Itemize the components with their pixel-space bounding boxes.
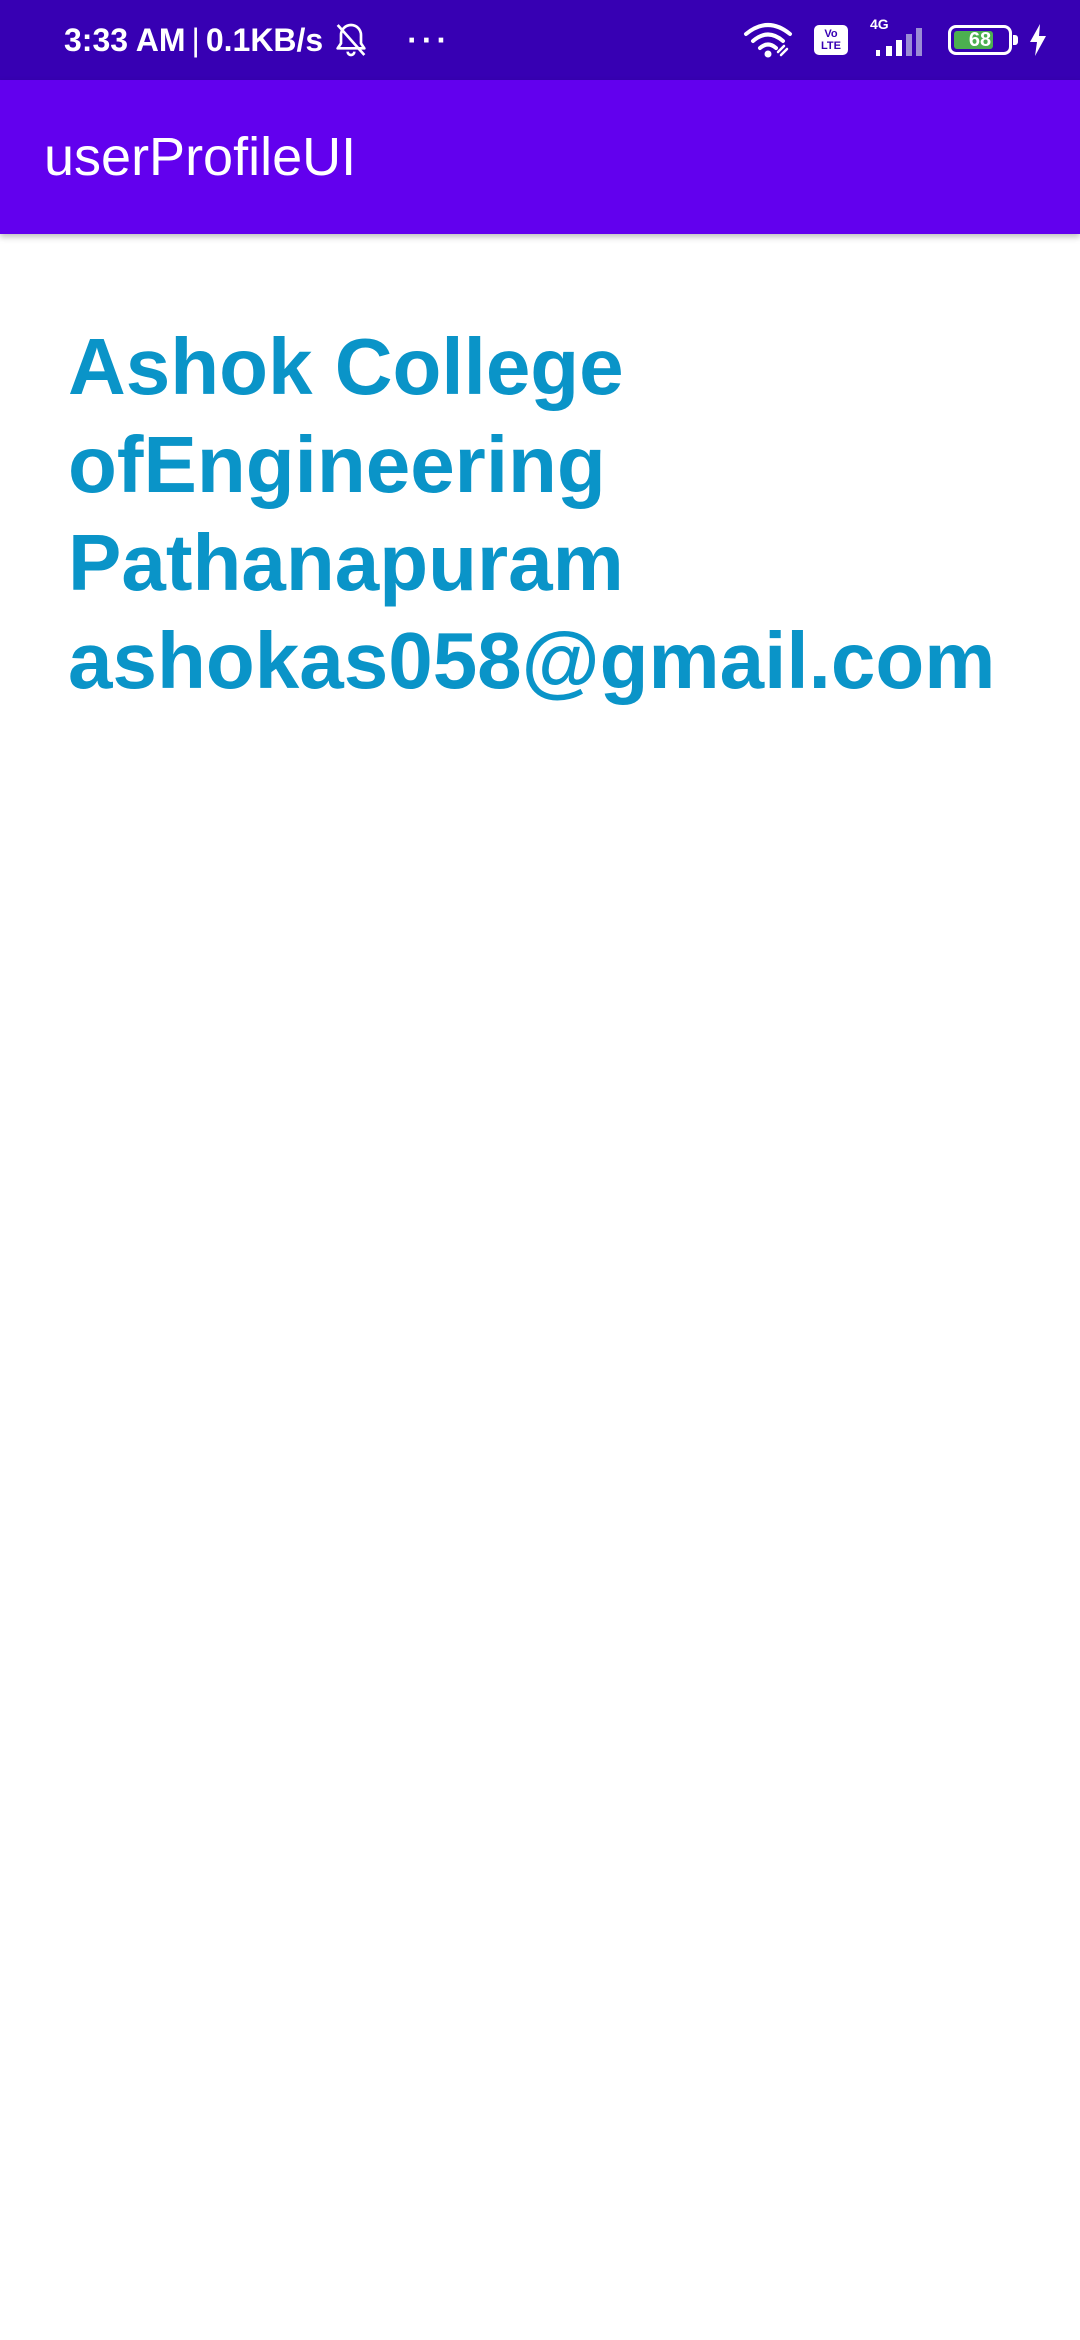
status-network-speed: 0.1KB/s bbox=[205, 21, 324, 58]
battery-nub bbox=[1013, 35, 1018, 45]
college-location: Pathanapuram bbox=[68, 518, 624, 607]
battery-icon: 68 bbox=[948, 25, 1018, 55]
volte-top-label: Vo bbox=[824, 28, 838, 40]
status-bar: 3:33 AM | 0.1KB/s ··· Vo LTE 4G 68 bbox=[0, 0, 1080, 80]
volte-icon: Vo LTE bbox=[814, 25, 848, 55]
more-notifications-icon: ··· bbox=[407, 21, 452, 58]
college-name-line-1: Ashok College bbox=[68, 322, 624, 411]
status-left: 3:33 AM | 0.1KB/s ··· bbox=[64, 0, 451, 80]
status-separator: | bbox=[191, 21, 200, 58]
bell-off-icon bbox=[336, 23, 366, 57]
status-time: 3:33 AM bbox=[64, 21, 186, 58]
volte-bottom-label: LTE bbox=[821, 40, 841, 52]
app-title: userProfileUI bbox=[44, 127, 357, 187]
email-text: ashokas058@gmail.com bbox=[68, 616, 996, 705]
signal-icon: 4G bbox=[868, 16, 928, 60]
status-right: Vo LTE 4G 68 bbox=[722, 0, 1048, 80]
charging-icon bbox=[1030, 24, 1046, 56]
wifi-icon bbox=[744, 23, 792, 58]
battery-level-label: 68 bbox=[968, 29, 992, 51]
profile-content: Ashok College ofEngineering Pathanapuram… bbox=[68, 318, 1048, 710]
college-name-line-2: ofEngineering bbox=[68, 420, 606, 509]
app-bar: userProfileUI bbox=[0, 80, 1080, 234]
